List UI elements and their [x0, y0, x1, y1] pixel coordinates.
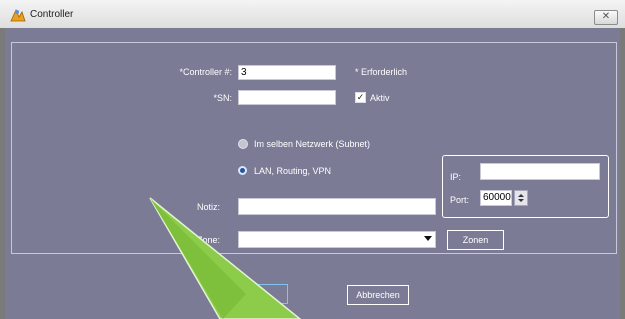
radio-lan-routing-vpn[interactable]	[238, 166, 247, 175]
zone-label: Zone:	[196, 235, 220, 245]
controller-number-label: *Controller #:	[179, 67, 232, 77]
required-note: * Erforderlich	[355, 67, 408, 77]
sn-input[interactable]	[238, 90, 336, 105]
close-button[interactable]: ✕	[594, 10, 618, 25]
port-spinner[interactable]	[514, 190, 528, 206]
app-icon	[10, 9, 26, 22]
zone-dropdown[interactable]	[238, 231, 436, 248]
port-label: Port:	[450, 195, 470, 205]
window-title: Controller	[30, 9, 74, 20]
chevron-down-icon	[424, 236, 432, 241]
ip-input[interactable]	[480, 163, 600, 180]
controller-number-input[interactable]: 3	[238, 65, 336, 80]
zonen-button[interactable]: Zonen	[447, 230, 504, 250]
sn-label: *SN:	[213, 93, 232, 103]
notiz-input[interactable]	[238, 198, 436, 215]
ok-button[interactable]	[238, 284, 288, 304]
radio-same-subnet[interactable]	[238, 139, 248, 149]
radio-same-subnet-label: Im selben Netzwerk (Subnet)	[254, 139, 371, 149]
notiz-label: Notiz:	[196, 202, 220, 212]
port-input[interactable]: 60000	[480, 190, 512, 206]
title-bar: Controller ✕	[0, 0, 625, 29]
spinner-arrows-icon	[518, 194, 524, 202]
abbrechen-button[interactable]: Abbrechen	[347, 285, 409, 305]
ip-label: IP:	[450, 172, 462, 182]
aktiv-label: Aktiv	[370, 93, 390, 103]
aktiv-checkbox[interactable]: ✓	[355, 92, 366, 103]
radio-lan-routing-vpn-label: LAN, Routing, VPN	[254, 166, 332, 176]
